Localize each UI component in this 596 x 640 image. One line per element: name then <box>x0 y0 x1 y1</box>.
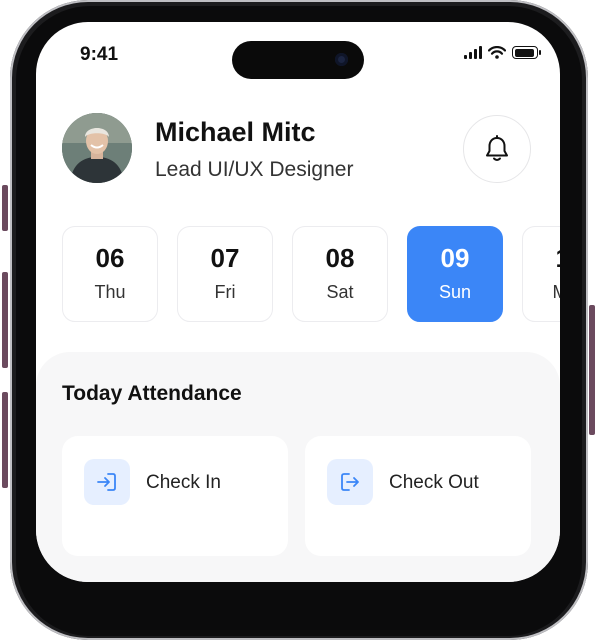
date-card-08[interactable]: 08 Sat <box>292 226 388 322</box>
date-day: 09 <box>440 243 470 273</box>
date-weekday: Mon <box>552 282 560 302</box>
cellular-signal-icon <box>464 46 482 59</box>
date-card-09-selected[interactable]: 09 Sun <box>407 226 503 322</box>
date-card-06[interactable]: 06 Thu <box>62 226 158 322</box>
date-day: 10 <box>523 243 560 274</box>
notification-button[interactable] <box>463 115 531 183</box>
status-icons <box>464 46 541 59</box>
date-weekday: Fri <box>214 282 236 302</box>
check-in-card[interactable]: Check In <box>62 436 288 556</box>
battery-icon <box>512 46 541 59</box>
volume-down-button <box>2 392 8 488</box>
status-time: 9:41 <box>80 44 119 65</box>
power-button <box>589 305 595 435</box>
date-weekday: Thu <box>94 282 126 302</box>
date-weekday: Sun <box>438 282 472 302</box>
silent-switch <box>2 185 8 231</box>
check-in-icon-box <box>84 459 130 505</box>
login-arrow-icon <box>97 473 116 491</box>
bell-icon <box>486 135 508 161</box>
wifi-icon <box>488 46 506 59</box>
profile-name: Michael Mitc <box>155 117 316 147</box>
logout-arrow-icon <box>341 473 359 491</box>
check-out-label: Check Out <box>389 472 479 493</box>
date-day: 07 <box>210 243 240 273</box>
date-strip: 06 Thu 07 Fri 08 Sat 09 Sun 10 Mon <box>62 226 560 324</box>
check-in-label: Check In <box>146 472 221 493</box>
date-day: 06 <box>95 243 125 273</box>
date-card-07[interactable]: 07 Fri <box>177 226 273 322</box>
avatar[interactable] <box>62 113 132 183</box>
check-out-icon-box <box>327 459 373 505</box>
volume-up-button <box>2 272 8 368</box>
app-screen: 9:41 Michael Mitc Lead UI/UX Designer 06… <box>36 22 560 582</box>
date-weekday: Sat <box>326 282 354 302</box>
section-title: Today Attendance <box>62 382 242 405</box>
date-card-10[interactable]: 10 Mon <box>522 226 560 322</box>
check-out-card[interactable]: Check Out <box>305 436 531 556</box>
camera-icon <box>335 53 348 66</box>
date-day: 08 <box>325 243 355 273</box>
profile-role: Lead UI/UX Designer <box>155 158 354 181</box>
dynamic-island <box>232 41 364 79</box>
